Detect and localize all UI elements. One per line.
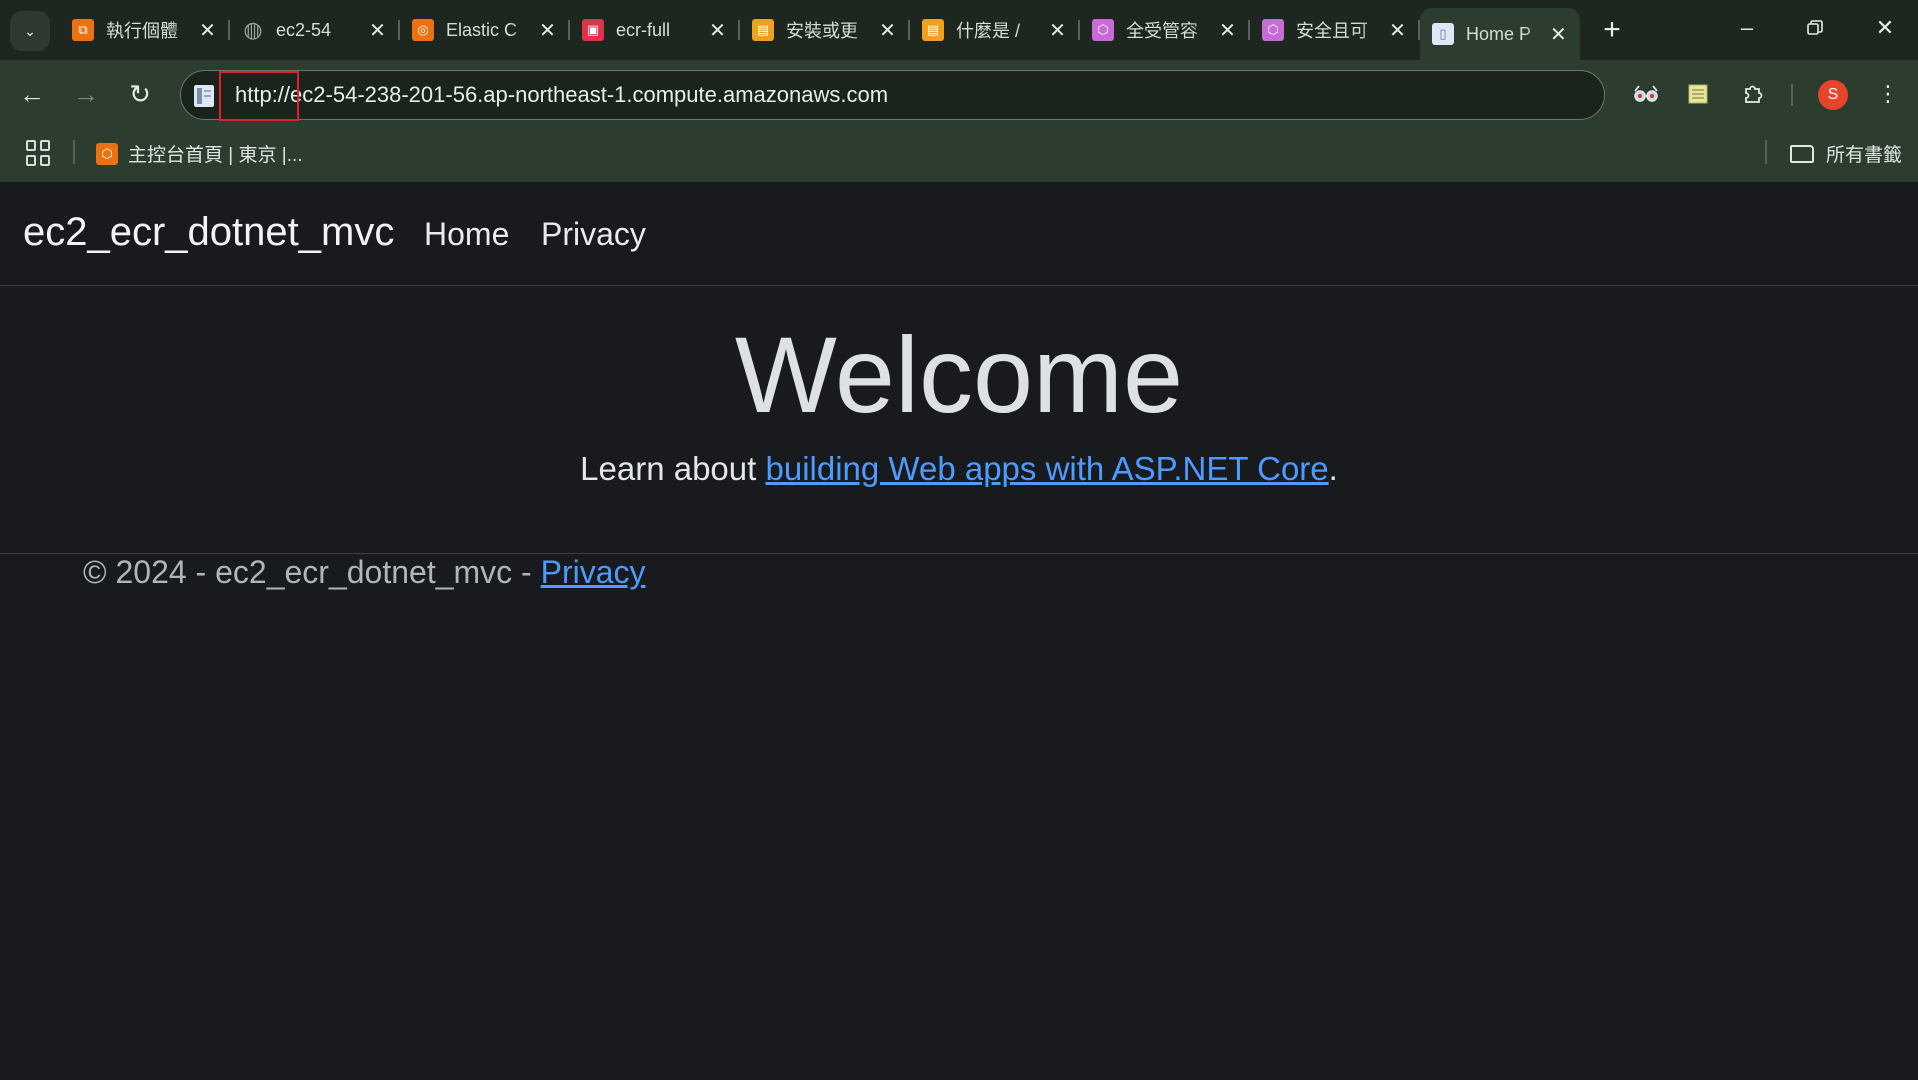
tab-list: ⧉ 執行個體 ✕ ◍ ec2-54 ✕ ◎ Elastic C ✕ ▣ ecr-full ✕ ▤ 安裝或更… xyxy=(60,8,1580,60)
site-navbar: ec2_ecr_dotnet_mvc Home Privacy xyxy=(0,182,1918,286)
close-icon[interactable]: ✕ xyxy=(197,19,218,42)
arrow-left-icon: ← xyxy=(19,78,45,109)
close-icon: ✕ xyxy=(1875,15,1895,40)
close-icon[interactable]: ✕ xyxy=(877,19,898,42)
bookmark-label: 主控台首頁 | 東京 |... xyxy=(128,145,303,166)
back-button[interactable]: ← xyxy=(14,76,50,112)
all-bookmarks-label: 所有書籤 xyxy=(1826,145,1903,166)
close-icon[interactable]: ✕ xyxy=(367,19,388,42)
bookmarks-divider xyxy=(73,140,75,164)
tab-strip: ⌄ ⧉ 執行個體 ✕ ◍ ec2-54 ✕ ◎ Elastic C ✕ ▣ ecr-full ✕ ▤ 安裝… xyxy=(0,0,1918,60)
restore-icon xyxy=(1807,20,1823,35)
reload-icon: ↻ xyxy=(129,78,151,109)
nav-link-home[interactable]: Home xyxy=(424,216,509,253)
browser-tab[interactable]: ▤ 什麼是 / ✕ xyxy=(910,8,1080,52)
arrow-right-icon: → xyxy=(73,78,99,109)
tab-search-button[interactable]: ⌄ xyxy=(10,11,50,51)
browser-chrome: ⌄ ⧉ 執行個體 ✕ ◍ ec2-54 ✕ ◎ Elastic C ✕ ▣ ecr-full ✕ ▤ 安裝… xyxy=(0,0,1918,182)
learn-prefix: Learn about xyxy=(580,450,766,487)
close-window-button[interactable]: ✕ xyxy=(1862,8,1908,48)
address-bar[interactable]: http://ec2-54-238-201-56.ap-northeast-1.… xyxy=(180,70,1605,121)
bookmark-console-home[interactable]: ⬡ 主控台首頁 | 東京 |... xyxy=(96,140,303,167)
page-info-icon xyxy=(194,85,214,107)
tab-title: ecr-full xyxy=(616,19,671,40)
tab-title: Elastic C xyxy=(446,19,518,40)
cube-icon: ⬡ xyxy=(1262,19,1284,41)
browser-tab[interactable]: ⬡ 全受管容 ✕ xyxy=(1080,8,1250,52)
more-vertical-icon: ⋮ xyxy=(1877,81,1899,106)
aws-ec2-icon: ⧉ xyxy=(72,19,94,41)
minimize-icon: – xyxy=(1740,15,1754,40)
bookmarks-divider-right xyxy=(1765,140,1767,164)
close-icon[interactable]: ✕ xyxy=(1217,19,1238,42)
extensions-button[interactable] xyxy=(1736,76,1772,112)
tab-title: Home P xyxy=(1466,23,1532,44)
web-page: ec2_ecr_dotnet_mvc Home Privacy Welcome … xyxy=(0,182,1918,1080)
learn-suffix: . xyxy=(1328,450,1338,487)
browser-tab[interactable]: ⧉ 執行個體 ✕ xyxy=(60,8,230,52)
nav-link-privacy[interactable]: Privacy xyxy=(541,216,646,253)
browser-tab[interactable]: ▤ 安裝或更 ✕ xyxy=(740,8,910,52)
glasses-icon xyxy=(1634,85,1658,102)
notes-extension-button[interactable] xyxy=(1680,76,1716,112)
close-icon[interactable]: ✕ xyxy=(707,19,728,42)
footer-privacy-link[interactable]: Privacy xyxy=(541,554,646,590)
close-icon[interactable]: ✕ xyxy=(1387,19,1408,42)
footer-copyright: © 2024 - ec2_ecr_dotnet_mvc - xyxy=(83,554,541,590)
url-text[interactable]: http://ec2-54-238-201-56.ap-northeast-1.… xyxy=(235,82,888,108)
reading-mode-button[interactable] xyxy=(1628,76,1664,112)
browser-toolbar: ← → ↻ http://ec2-54-238-201-56.ap-northe… xyxy=(0,60,1918,128)
aspnet-docs-link[interactable]: building Web apps with ASP.NET Core xyxy=(765,450,1328,487)
aws-ecr-icon: ◎ xyxy=(412,19,434,41)
close-icon[interactable]: ✕ xyxy=(537,19,558,42)
aws-docs-icon: ▤ xyxy=(752,19,774,41)
new-tab-button[interactable]: + xyxy=(1592,12,1632,48)
aws-ecr-repo-icon: ▣ xyxy=(582,19,604,41)
aws-console-icon: ⬡ xyxy=(96,142,118,165)
browser-tab[interactable]: ◍ ec2-54 ✕ xyxy=(230,8,400,52)
cube-icon: ⬡ xyxy=(1092,19,1114,41)
site-brand-link[interactable]: ec2_ecr_dotnet_mvc xyxy=(23,210,394,255)
tab-title: 執行個體 xyxy=(106,21,178,41)
tab-title: 什麼是 / xyxy=(956,21,1021,41)
close-icon[interactable]: ✕ xyxy=(1047,19,1068,42)
url-scheme-highlight xyxy=(219,71,299,121)
page-title: Welcome xyxy=(734,314,1184,435)
browser-tab[interactable]: ⬡ 安全且可 ✕ xyxy=(1250,8,1420,52)
folder-icon xyxy=(1790,144,1814,163)
url-host: ec2-54-238-201-56.ap-northeast-1.compute… xyxy=(290,82,889,107)
profile-avatar[interactable]: S xyxy=(1818,80,1848,110)
apps-grid-icon[interactable] xyxy=(26,140,52,166)
notepad-icon xyxy=(1688,84,1708,104)
aws-docs-icon: ▤ xyxy=(922,19,944,41)
restore-button[interactable] xyxy=(1792,8,1838,48)
browser-tab[interactable]: ▣ ecr-full ✕ xyxy=(570,8,740,52)
forward-button[interactable]: → xyxy=(68,76,104,112)
tab-title: 安裝或更 xyxy=(786,21,858,41)
close-icon[interactable]: ✕ xyxy=(1549,23,1568,46)
puzzle-icon xyxy=(1745,85,1763,103)
browser-tab[interactable]: ▯ Home P ✕ xyxy=(1420,8,1580,60)
tab-title: 全受管容 xyxy=(1126,21,1198,41)
globe-icon: ◍ xyxy=(243,17,263,42)
chevron-down-icon: ⌄ xyxy=(24,22,36,39)
browser-menu-button[interactable]: ⋮ xyxy=(1870,76,1906,112)
page-icon: ▯ xyxy=(1432,23,1454,45)
browser-tab[interactable]: ◎ Elastic C ✕ xyxy=(400,8,570,52)
site-footer: © 2024 - ec2_ecr_dotnet_mvc - Privacy xyxy=(83,554,646,591)
learn-paragraph: Learn about building Web apps with ASP.N… xyxy=(0,450,1918,488)
bookmarks-bar: ⬡ 主控台首頁 | 東京 |... 所有書籤 xyxy=(0,128,1918,182)
reload-button[interactable]: ↻ xyxy=(122,76,158,112)
tab-title: ec2-54 xyxy=(276,19,332,40)
toolbar-divider xyxy=(1791,84,1793,106)
tab-title: 安全且可 xyxy=(1296,21,1368,41)
minimize-button[interactable]: – xyxy=(1724,8,1770,48)
all-bookmarks-button[interactable]: 所有書籤 xyxy=(1790,140,1902,167)
